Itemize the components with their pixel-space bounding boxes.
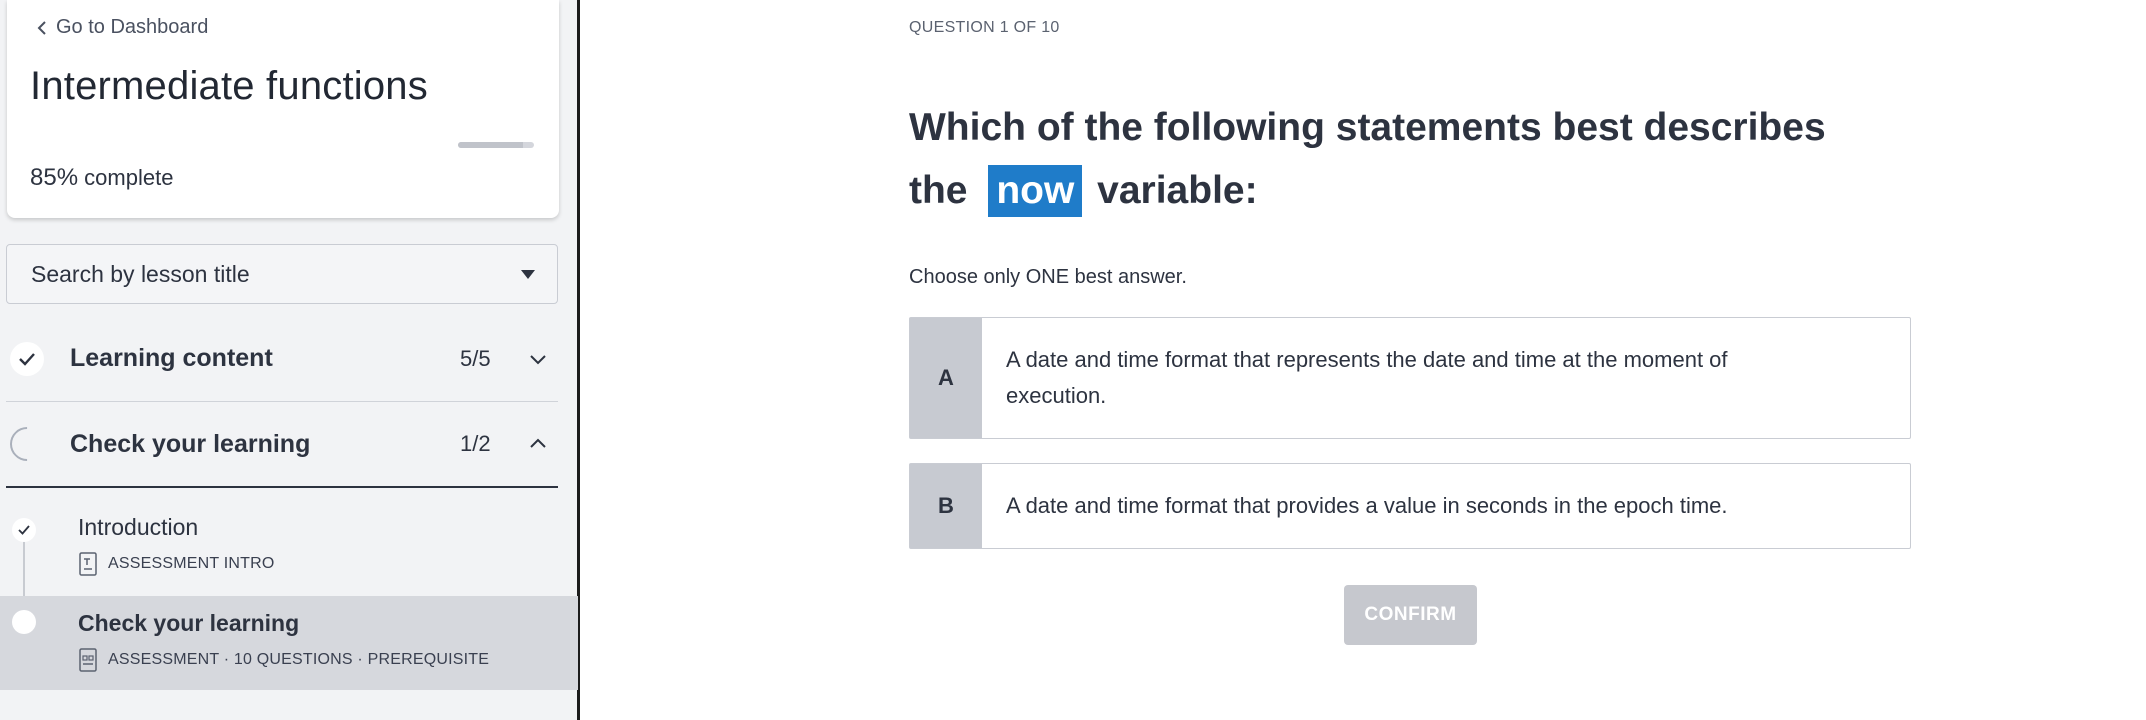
lesson-meta-text: ASSESSMENT · 10 QUESTIONS · PREREQUISITE — [108, 651, 490, 668]
option-letter: B — [910, 464, 982, 548]
section-learning-content[interactable]: Learning content 5/5 — [6, 316, 558, 402]
section-count: 1/2 — [460, 431, 491, 456]
lesson-search-placeholder: Search by lesson title — [31, 260, 250, 287]
dropdown-caret-icon — [521, 269, 535, 279]
lesson-meta-text: ASSESSMENT INTRO — [108, 555, 275, 572]
lesson-search-dropdown[interactable]: Search by lesson title — [6, 244, 558, 304]
answer-option-b[interactable]: B A date and time format that provides a… — [909, 463, 1911, 549]
lesson-meta: ASSESSMENT · 10 QUESTIONS · PREREQUISITE — [78, 648, 489, 672]
back-link-label: Go to Dashboard — [56, 16, 209, 38]
progress-ring-icon — [2, 419, 52, 469]
go-to-dashboard-link[interactable]: Go to Dashboard — [36, 16, 208, 39]
lesson-title: Check your learning — [78, 610, 300, 636]
lesson-item-introduction[interactable]: Introduction ASSESSMENT INTRO — [0, 500, 578, 594]
progress-suffix: complete — [84, 165, 174, 190]
chevron-left-icon — [37, 20, 46, 35]
lesson-meta: ASSESSMENT INTRO — [78, 552, 275, 576]
quiz-icon — [79, 648, 97, 672]
option-letter: A — [910, 318, 982, 438]
quiz-panel: QUESTION 1 OF 10 Which of the following … — [583, 0, 2146, 720]
progress-bar-fill — [458, 142, 523, 148]
confirm-button[interactable]: CONFIRM — [1344, 585, 1477, 645]
progress-percent: 85% — [30, 164, 79, 191]
question-code-token: now — [988, 165, 1083, 217]
course-title: Intermediate functions — [30, 64, 428, 108]
document-icon — [79, 552, 97, 576]
option-text: A date and time format that represents t… — [1006, 347, 1728, 408]
answer-instruction: Choose only ONE best answer. — [909, 266, 1187, 288]
answer-option-a[interactable]: A A date and time format that represents… — [909, 317, 1911, 439]
current-lesson-dot-icon — [12, 610, 36, 634]
chevron-down-icon — [530, 354, 546, 364]
question-counter: QUESTION 1 OF 10 — [909, 19, 1060, 36]
progress-text: 85% complete — [30, 164, 173, 192]
question-text: Which of the following statements best d… — [909, 96, 1889, 222]
section-check-your-learning[interactable]: Check your learning 1/2 — [2, 402, 558, 488]
course-sidebar: Go to Dashboard Intermediate functions 8… — [0, 0, 580, 720]
course-header-card: Go to Dashboard Intermediate functions 8… — [7, 0, 559, 218]
lesson-title: Introduction — [78, 514, 199, 540]
section-title: Check your learning — [70, 429, 311, 458]
chevron-up-icon — [530, 438, 546, 448]
section-title: Learning content — [70, 344, 273, 372]
question-text-after: variable: — [1086, 169, 1258, 212]
option-text: A date and time format that provides a v… — [1006, 493, 1728, 518]
lesson-item-check-your-learning[interactable]: Check your learning ASSESSMENT · 10 QUES… — [0, 596, 578, 690]
check-icon — [12, 518, 36, 542]
section-count: 5/5 — [460, 345, 491, 371]
checkmark-circle-icon — [10, 341, 44, 376]
progress-bar — [458, 142, 534, 148]
